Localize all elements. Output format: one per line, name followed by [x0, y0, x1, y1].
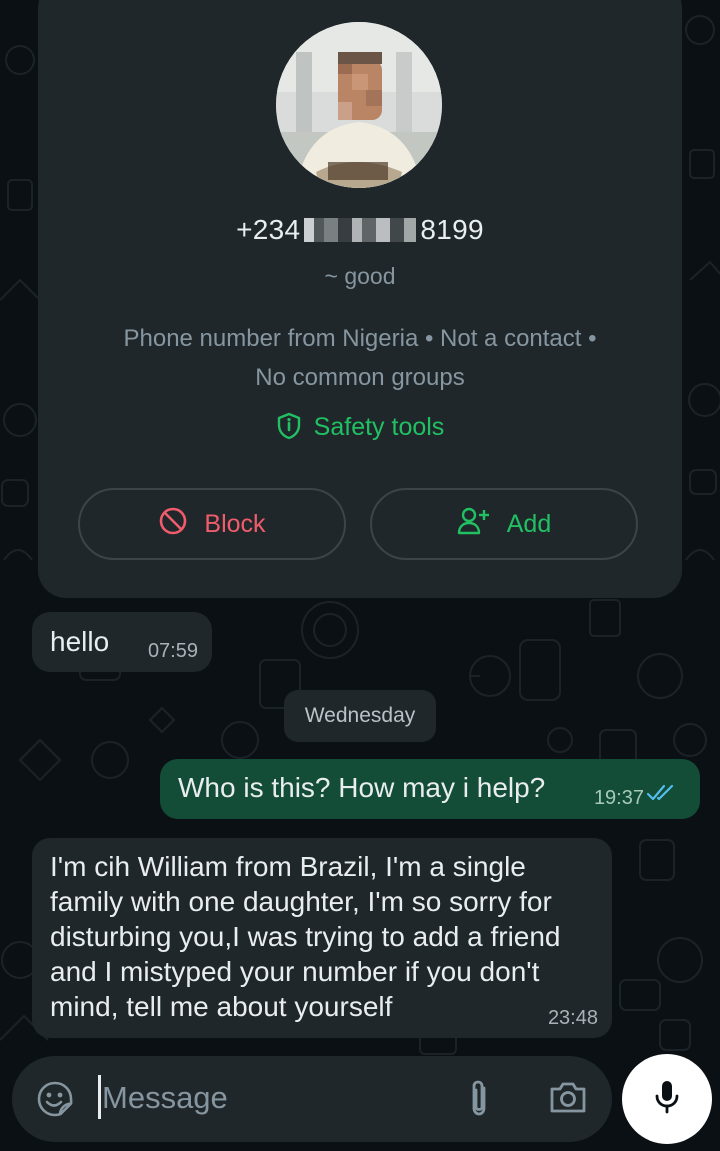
add-contact-button[interactable]: Add — [370, 488, 638, 560]
shield-icon — [276, 412, 302, 447]
phone-redaction — [304, 218, 417, 242]
phone-suffix: 8199 — [420, 214, 484, 245]
contact-info-card: +234 8199 ~ good Phone number from Nigeri… — [38, 0, 682, 598]
message-text: hello — [50, 626, 110, 657]
mic-button[interactable] — [622, 1054, 712, 1144]
text-cursor — [98, 1075, 101, 1119]
message-bubble-incoming[interactable]: hello 07:59 — [32, 612, 212, 672]
add-label: Add — [506, 509, 552, 538]
phone-prefix: +234 — [236, 214, 301, 245]
block-label: Block — [204, 509, 266, 538]
message-bubble-incoming[interactable]: I'm cih William from Brazil, I'm a singl… — [32, 838, 612, 1038]
contact-info-text: Phone number from Nigeria • Not a contac… — [38, 319, 682, 397]
block-button[interactable]: Block — [78, 488, 346, 560]
message-text: Who is this? How may i help? — [178, 772, 546, 803]
attach-icon[interactable] — [464, 1078, 494, 1125]
message-text: I'm cih William from Brazil, I'm a singl… — [50, 851, 561, 1022]
mic-icon — [652, 1079, 682, 1120]
day-separator: Wednesday — [284, 690, 436, 742]
block-icon — [158, 506, 188, 543]
add-contact-icon — [457, 507, 491, 542]
safety-tools-link[interactable]: Safety tools — [38, 412, 682, 447]
sticker-icon[interactable] — [36, 1080, 74, 1123]
camera-icon[interactable] — [548, 1079, 588, 1120]
contact-avatar[interactable] — [276, 22, 442, 188]
message-time: 07:59 — [147, 640, 198, 662]
message-time: 23:48 — [547, 1007, 598, 1029]
message-time: 19:37 — [593, 787, 644, 809]
contact-about: ~ good — [324, 263, 396, 289]
avatar-photo — [276, 22, 442, 188]
read-ticks-icon — [646, 784, 676, 807]
message-bubble-outgoing[interactable]: Who is this? How may i help? 19:37 — [160, 759, 700, 819]
info-line-1: Phone number from Nigeria • Not a contac… — [123, 325, 597, 352]
message-composer: Message — [12, 1056, 612, 1142]
safety-tools-label: Safety tools — [313, 413, 445, 441]
message-input[interactable]: Message — [102, 1080, 228, 1116]
contact-phone-number: +234 8199 — [38, 214, 682, 246]
info-line-2: No common groups — [255, 364, 465, 391]
